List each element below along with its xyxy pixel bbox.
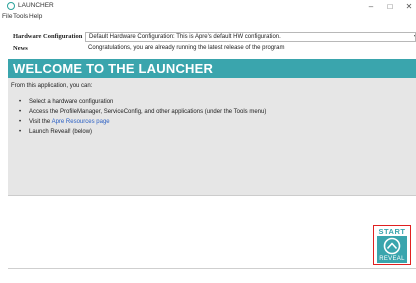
list-item: Select a hardware configuration	[19, 97, 266, 107]
close-button[interactable]: ✕	[403, 1, 415, 12]
news-label: News	[13, 45, 28, 52]
reveal-tile: REVEAL	[377, 236, 407, 263]
welcome-banner: WELCOME TO THE LAUNCHER	[8, 59, 416, 78]
bottom-area	[8, 195, 416, 269]
window-title: LAUNCHER	[18, 2, 54, 9]
news-text: Congratulations, you are already running…	[88, 45, 285, 51]
hardware-config-select[interactable]: Default Hardware Configuration: This is …	[85, 32, 416, 42]
intro-text: From this application, you can:	[11, 83, 93, 89]
bottom-divider	[8, 268, 416, 269]
news-row: News Congratulations, you are already ru…	[0, 43, 416, 55]
menu-tools[interactable]: Tools	[13, 13, 28, 20]
menu-bar: File Tools Help	[0, 12, 416, 22]
list-item: Access the ProfileManager, ServiceConfig…	[19, 107, 266, 117]
start-label: START	[378, 227, 406, 236]
app-icon	[7, 2, 15, 10]
minimize-button[interactable]: –	[365, 1, 377, 12]
welcome-title: WELCOME TO THE LAUNCHER	[13, 61, 214, 76]
reveal-label: REVEAL	[379, 256, 405, 262]
resources-link[interactable]: Apre Resources page	[52, 119, 110, 125]
list-item: Launch Reveal! (below)	[19, 127, 266, 137]
maximize-button[interactable]: □	[384, 1, 396, 12]
start-reveal-button[interactable]: START REVEAL	[373, 225, 411, 265]
feature-list: Select a hardware configuration Access t…	[19, 97, 266, 137]
hardware-config-label: Hardware Configuration	[13, 33, 83, 40]
hardware-config-row: Hardware Configuration Default Hardware …	[0, 31, 416, 43]
menu-help[interactable]: Help	[29, 13, 42, 20]
menu-file[interactable]: File	[2, 13, 12, 20]
hardware-config-value: Default Hardware Configuration: This is …	[89, 34, 281, 40]
list-item: Visit the Apre Resources page	[19, 117, 266, 127]
content-panel: From this application, you can: Select a…	[8, 78, 416, 195]
reveal-logo-icon	[383, 237, 401, 255]
